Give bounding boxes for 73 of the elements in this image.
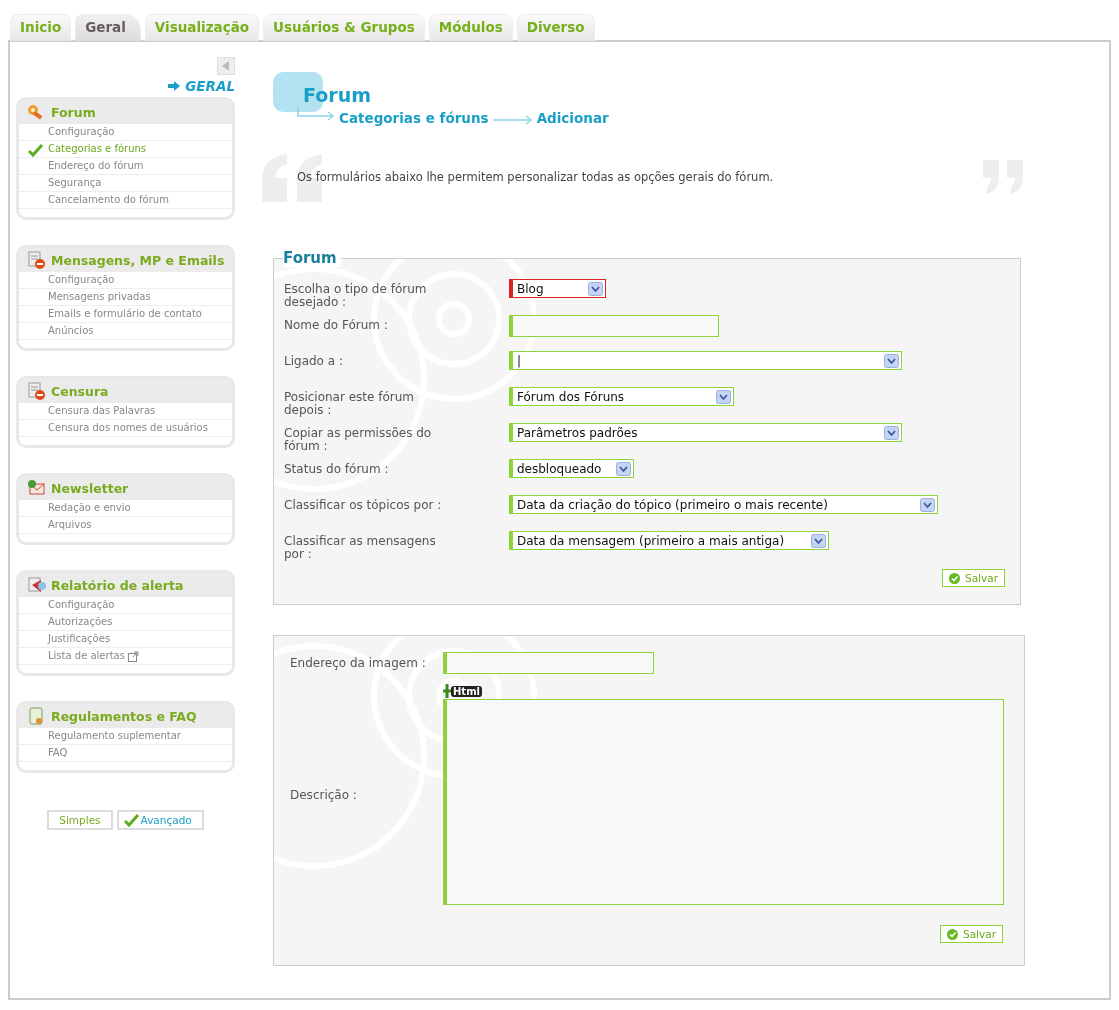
menu-item[interactable]: Categorias e fóruns — [19, 141, 232, 158]
field-label: Endereço da imagem : — [290, 656, 427, 670]
dropdown[interactable]: Data da mensagem (primeiro a mais antiga) — [509, 531, 829, 550]
tab[interactable]: Módulos — [428, 14, 513, 41]
menu-item[interactable]: Endereço do fórum — [19, 158, 232, 175]
document-icon — [27, 382, 47, 400]
page-title: Forum — [303, 84, 372, 106]
menu-heading: Forum — [51, 104, 96, 120]
menu-heading: Censura — [51, 383, 109, 399]
check-circle-icon — [947, 928, 958, 940]
check-circle-icon — [949, 572, 960, 584]
menu-item[interactable]: Justificações — [19, 631, 232, 648]
mode-button[interactable]: Simples — [47, 810, 113, 830]
field-label: Escolha o tipo de fórum desejado : — [284, 281, 428, 309]
menu-item[interactable]: Anúncios — [19, 323, 232, 340]
envelope-icon — [27, 479, 47, 497]
text-field[interactable] — [509, 315, 719, 337]
dropdown[interactable]: desbloqueado — [509, 459, 634, 478]
section-link[interactable]: GERAL — [185, 78, 235, 94]
field-label: Classificar as mensagens por : — [284, 533, 437, 561]
alert-report-icon — [27, 576, 47, 594]
field-label: Copiar as permissões do fórum : — [284, 425, 433, 453]
menu-item[interactable]: Censura das Palavras — [19, 403, 232, 420]
tab[interactable]: Visualização — [144, 14, 260, 41]
field-label: Posicionar este fórum depois : — [284, 389, 416, 417]
menu-item[interactable]: Configuração — [19, 597, 232, 614]
dropdown[interactable]: Fórum dos Fóruns — [509, 387, 734, 406]
check-icon — [28, 143, 44, 157]
field-label: Nome do Fórum : — [284, 317, 389, 332]
field-label: Ligado a : — [284, 353, 344, 368]
breadcrumb-link[interactable]: Categorias e fóruns — [339, 110, 489, 126]
menu-item[interactable]: Mensagens privadas — [19, 289, 232, 306]
menu-item[interactable]: Censura dos nomes de usuários — [19, 420, 232, 437]
text-area[interactable] — [443, 699, 1004, 905]
menu-item[interactable]: Segurança — [19, 175, 232, 192]
dropdown[interactable]: Blog — [509, 279, 606, 298]
collapse-icon — [217, 57, 235, 75]
dropdown[interactable]: | — [509, 351, 902, 370]
menu-item[interactable]: Configuração — [19, 124, 232, 141]
tab[interactable]: Inicio — [10, 14, 72, 41]
mode-button[interactable]: Avançado — [116, 810, 204, 830]
menu-item[interactable]: Arquivos — [19, 517, 232, 534]
plus-icon — [443, 684, 451, 698]
check-icon — [123, 813, 140, 827]
menu-item[interactable]: Configuração — [19, 272, 232, 289]
field-label: Classificar os tópicos por : — [284, 497, 443, 512]
field-label: Descrição : — [290, 787, 358, 802]
breadcrumb-link[interactable]: Adicionar — [536, 110, 609, 126]
dropdown[interactable]: Data da criação do tópico (primeiro o mais recente) — [509, 495, 938, 514]
tab[interactable]: Geral — [75, 14, 141, 41]
menu-item[interactable]: Regulamento suplementar — [19, 728, 232, 745]
menu-item[interactable]: Autorizações — [19, 614, 232, 631]
menu-heading: Mensagens, MP e Emails — [51, 252, 225, 268]
menu-item[interactable]: Cancelamento do fórum — [19, 192, 232, 209]
field-label: Status do fórum : — [284, 461, 390, 476]
menu-item[interactable]: Emails e formulário de contato — [19, 306, 232, 323]
menu-heading: Newsletter — [51, 480, 129, 496]
save-button[interactable]: Salvar — [940, 925, 1003, 943]
text-field[interactable] — [443, 652, 654, 674]
menu-item[interactable]: Redação e envio — [19, 500, 232, 517]
menu-heading: Regulamentos e FAQ — [51, 708, 197, 724]
arrow-icon — [297, 107, 335, 121]
form-legend: Forum — [283, 249, 341, 267]
menu-item[interactable]: Lista de alertas — [19, 648, 232, 665]
menu-item[interactable]: FAQ — [19, 745, 232, 762]
tab[interactable]: Diverso — [516, 14, 595, 41]
tab[interactable]: Usuários & Grupos — [263, 14, 425, 41]
document-icon — [27, 251, 47, 269]
dropdown[interactable]: Parâmetros padrões — [509, 423, 902, 442]
intro-text: Os formulários abaixo lhe permitem personalizar todas as opções gerais do fórum. — [297, 170, 774, 184]
menu-heading: Relatório de alerta — [51, 577, 184, 593]
save-button[interactable]: Salvar — [942, 569, 1005, 587]
arrow-icon — [168, 81, 181, 91]
